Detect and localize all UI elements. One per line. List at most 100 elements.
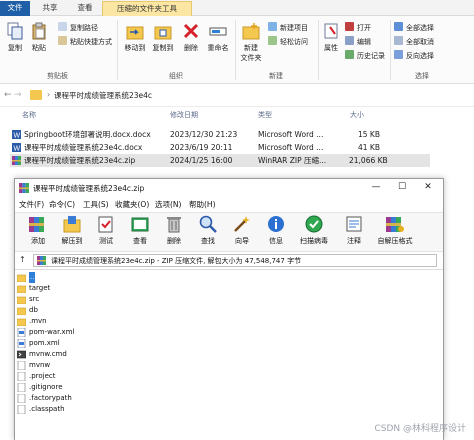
move-folder-icon <box>126 26 144 40</box>
address-bar: ← → › 课程平时成绩管理系统23e4c <box>0 85 474 107</box>
extract-to-button[interactable]: 解压到 <box>55 214 89 246</box>
new-folder-button[interactable]: 新建 文件夹 <box>238 22 264 63</box>
file-icon <box>17 383 26 392</box>
back-button[interactable]: ← <box>4 90 12 100</box>
up-folder-button[interactable]: ↑ <box>19 255 26 264</box>
copy-path-button[interactable]: 复制路径 <box>58 22 98 34</box>
tab-compressed-tools[interactable]: 压缩的文件夹工具 <box>102 1 192 16</box>
copy-button[interactable]: 复制 <box>4 22 26 53</box>
winrar-path-bar: ↑ 课程平时成绩管理系统23e4c.zip - ZIP 压缩文件, 解包大小为 … <box>15 253 443 268</box>
copy-icon <box>7 22 23 40</box>
column-modified[interactable]: 修改日期 <box>170 110 198 124</box>
new-group-label: 新建 <box>269 72 283 80</box>
address-path[interactable]: 课程平时成绩管理系统23e4c <box>54 90 152 101</box>
file-row[interactable]: W 课程平时成绩管理系统23e4c.docx 2023/6/19 20:11 M… <box>10 141 430 154</box>
folder-icon <box>17 307 26 315</box>
invert-selection-button[interactable]: 反向选择 <box>394 50 434 62</box>
file-row[interactable]: W Springboot环境部署说明.docx.docx 2023/12/30 … <box>10 128 430 141</box>
group-divider <box>318 20 319 80</box>
winrar-menubar: 文件(F) 命令(C) 工具(S) 收藏夹(O) 选项(N) 帮助(H) <box>15 198 443 211</box>
archive-path-field[interactable]: 课程平时成绩管理系统23e4c.zip - ZIP 压缩文件, 解包大小为 47… <box>33 254 437 267</box>
paste-shortcut-icon <box>58 36 67 45</box>
rename-button[interactable]: 重命名 <box>204 22 232 53</box>
history-icon <box>345 50 354 59</box>
easy-access-icon <box>268 36 277 45</box>
maximize-button[interactable]: ☐ <box>389 182 415 192</box>
organize-group-label: 组织 <box>169 72 183 80</box>
view-button[interactable]: 查看 <box>123 214 157 246</box>
virus-scan-button[interactable]: 扫描病毒 <box>295 214 333 246</box>
winrar-archive-icon <box>12 156 21 165</box>
move-to-button[interactable]: 移动到 <box>122 22 148 53</box>
copy-path-icon <box>58 22 67 31</box>
forward-button[interactable]: → <box>14 90 22 100</box>
easy-access-button[interactable]: 轻松访问 <box>268 36 308 48</box>
column-name[interactable]: 名称 <box>22 110 36 124</box>
file-icon <box>17 394 26 403</box>
info-button[interactable]: 信息 <box>259 214 293 246</box>
test-button[interactable]: 测试 <box>89 214 123 246</box>
magnifier-icon <box>199 215 217 233</box>
properties-icon <box>324 23 338 39</box>
menu-commands[interactable]: 命令(C) <box>49 199 75 210</box>
xml-file-icon <box>17 339 26 348</box>
view-book-icon <box>131 217 149 232</box>
select-none-icon <box>394 36 403 45</box>
sfx-archive-icon <box>386 217 404 232</box>
clipboard-group-label: 剪贴板 <box>47 72 68 80</box>
tab-file[interactable]: 文件 <box>0 1 30 16</box>
archive-path-text: 课程平时成绩管理系统23e4c.zip - ZIP 压缩文件, 解包大小为 47… <box>51 257 302 265</box>
menu-file[interactable]: 文件(F) <box>19 199 44 210</box>
file-row[interactable]: 课程平时成绩管理系统23e4c.zip 2024/1/25 16:00 WinR… <box>10 154 430 167</box>
tab-share[interactable]: 共享 <box>34 1 66 16</box>
menu-tools[interactable]: 工具(S) <box>83 199 109 210</box>
folder-icon <box>17 318 26 326</box>
properties-button[interactable]: 属性 <box>320 22 342 53</box>
paste-button[interactable]: 粘贴 <box>28 22 50 53</box>
winrar-window: 课程平时成绩管理系统23e4c.zip — ☐ ✕ 文件(F) 命令(C) 工具… <box>14 178 444 440</box>
select-all-button[interactable]: 全部选择 <box>394 22 434 34</box>
close-button[interactable]: ✕ <box>415 182 441 192</box>
svg-text:W: W <box>14 133 21 140</box>
menu-options[interactable]: 选项(N) <box>155 199 181 210</box>
comment-button[interactable]: 注释 <box>337 214 371 246</box>
wizard-button[interactable]: 向导 <box>225 214 259 246</box>
extract-folder-icon <box>63 216 81 233</box>
wizard-wand-icon <box>234 216 250 232</box>
menu-favorites[interactable]: 收藏夹(O) <box>115 199 149 210</box>
select-none-button[interactable]: 全部取消 <box>394 36 434 48</box>
folder-icon <box>17 296 26 304</box>
invert-selection-icon <box>394 50 403 59</box>
column-size[interactable]: 大小 <box>350 110 364 124</box>
folder-icon <box>30 90 42 100</box>
delete-button[interactable]: 删除 <box>180 22 202 53</box>
open-button[interactable]: 打开 <box>345 22 371 34</box>
file-icon <box>17 361 26 370</box>
winrar-logo-icon <box>19 183 29 193</box>
word-file-icon: W <box>12 130 21 139</box>
trash-icon <box>167 217 181 233</box>
paste-shortcut-button[interactable]: 粘贴快捷方式 <box>58 36 112 48</box>
tab-view[interactable]: 查看 <box>70 1 100 16</box>
sfx-button[interactable]: 自解压格式 <box>373 214 417 246</box>
new-folder-icon <box>242 23 260 40</box>
history-button[interactable]: 历史记录 <box>345 50 385 62</box>
select-all-icon <box>394 22 403 31</box>
archive-file-list: .. target src db .mvn pom-war.xml pom.xm… <box>15 269 443 440</box>
minimize-button[interactable]: — <box>363 182 389 192</box>
select-group-label: 选择 <box>415 72 429 80</box>
menu-help[interactable]: 帮助(H) <box>189 199 216 210</box>
copy-to-button[interactable]: 复制到 <box>150 22 176 53</box>
new-item-button[interactable]: 新建项目 <box>268 22 308 34</box>
add-button[interactable]: 添加 <box>21 214 55 246</box>
find-button[interactable]: 查找 <box>191 214 225 246</box>
word-file-icon: W <box>12 143 21 152</box>
ribbon: 复制 粘贴 复制路径 粘贴快捷方式 剪贴板 移动到 复制到 删除 重命名 组织 … <box>0 16 474 84</box>
edit-button[interactable]: 编辑 <box>345 36 371 48</box>
zip-archive-icon <box>37 256 46 265</box>
winrar-titlebar: 课程平时成绩管理系统23e4c.zip — ☐ ✕ <box>15 179 443 198</box>
parent-folder-icon <box>17 274 26 282</box>
column-type[interactable]: 类型 <box>258 110 272 124</box>
cmd-file-icon <box>17 350 26 359</box>
delete-archive-item-button[interactable]: 删除 <box>157 214 191 246</box>
